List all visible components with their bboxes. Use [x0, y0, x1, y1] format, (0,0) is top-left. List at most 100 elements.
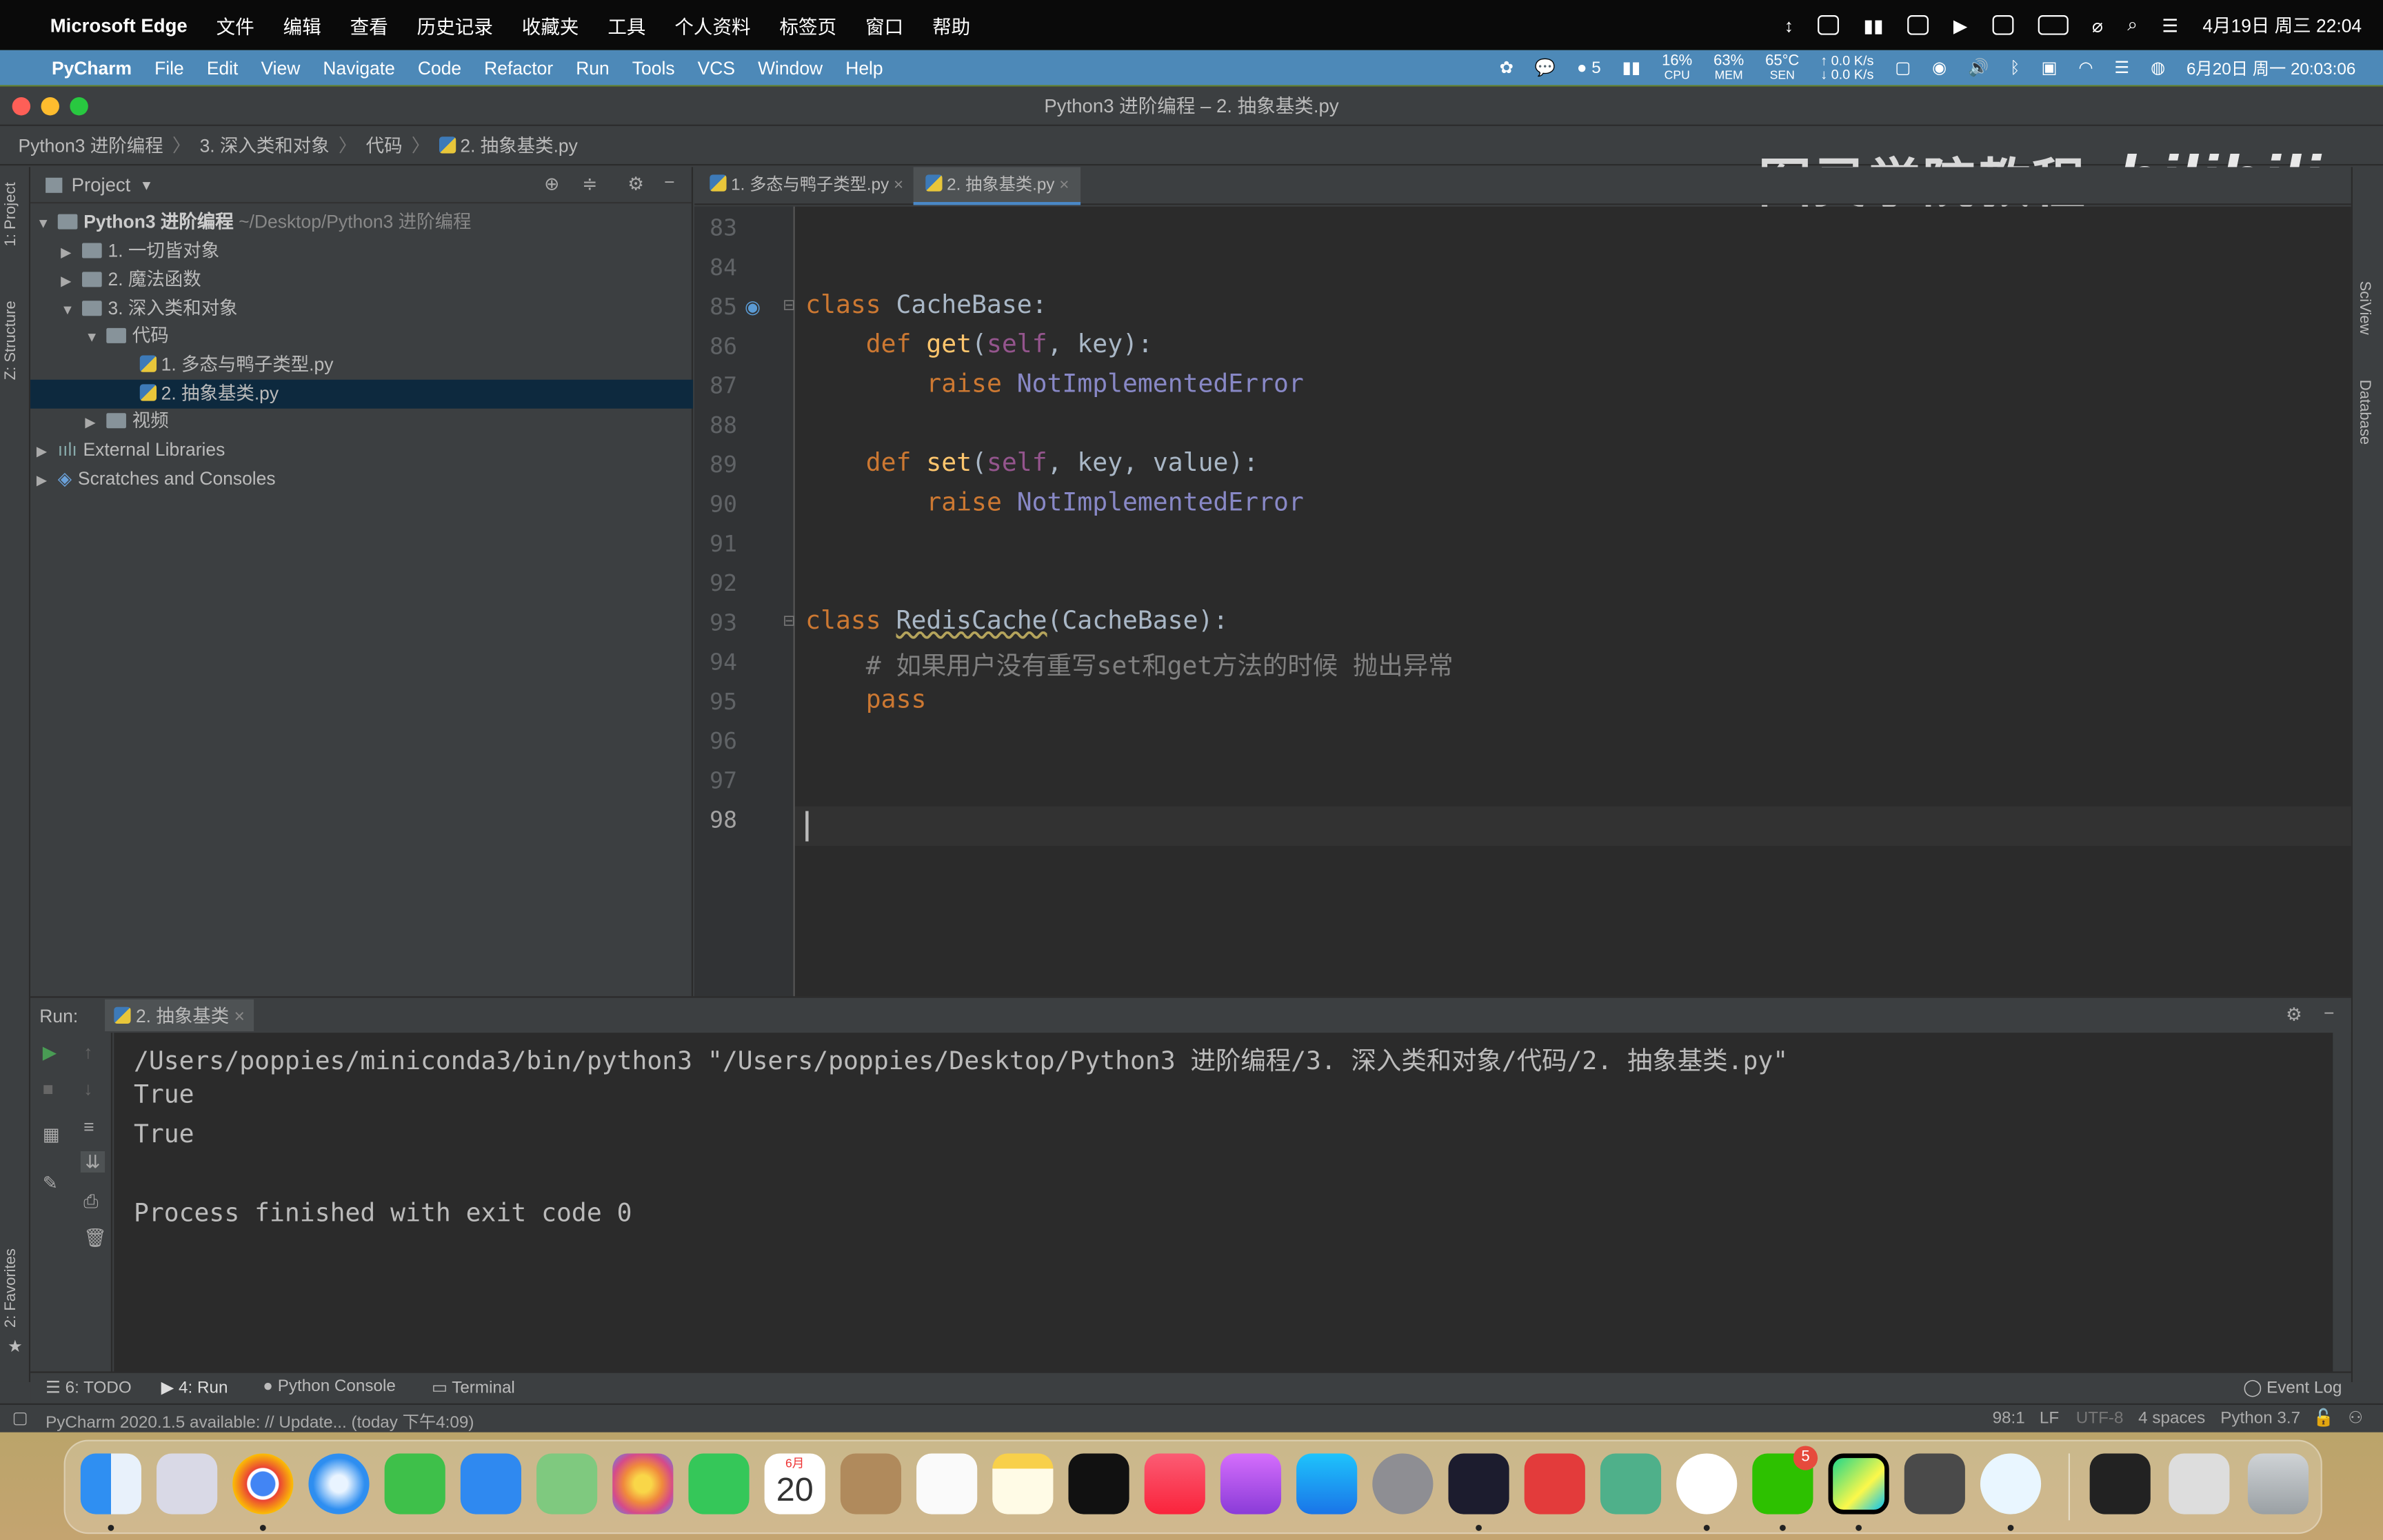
window-icon[interactable]	[1818, 15, 1840, 35]
tree-external-libraries[interactable]: ▶ ıılı External Libraries	[30, 436, 693, 465]
breadcrumb-project[interactable]: Python3 进阶编程	[18, 132, 163, 158]
menu-view[interactable]: View	[261, 57, 300, 79]
gear-icon[interactable]: ⚙	[627, 173, 644, 194]
mac-menu-history[interactable]: 历史记录	[417, 10, 493, 39]
tree-file-abc[interactable]: 2. 抽象基类.py	[30, 379, 694, 409]
facetime-icon[interactable]	[688, 1453, 750, 1514]
zoom-icon[interactable]	[70, 97, 88, 116]
hide-icon[interactable]: −	[2324, 1002, 2334, 1024]
messages-icon[interactable]	[384, 1453, 445, 1514]
recent-window-icon[interactable]	[2169, 1453, 2230, 1514]
mac-menu-tools[interactable]: 工具	[607, 10, 645, 39]
run-console[interactable]: /Users/poppies/miniconda3/bin/python3 "/…	[114, 1033, 2333, 1372]
mac-menu-edit[interactable]: 编辑	[283, 10, 321, 39]
wifi-icon[interactable]: ◠	[2078, 58, 2093, 77]
screen-recorder-icon[interactable]	[1448, 1453, 1509, 1514]
tree-root[interactable]: ▼ Python3 进阶编程 ~/Desktop/Python3 进阶编程	[30, 208, 693, 237]
pin-icon[interactable]: ✎	[43, 1173, 58, 1194]
play-icon[interactable]: ▶	[1953, 14, 1967, 36]
notes-icon[interactable]	[992, 1453, 1054, 1514]
breadcrumb-subfolder[interactable]: 代码	[366, 132, 403, 158]
app-icon[interactable]: ▣	[2042, 58, 2058, 77]
status-encoding[interactable]: UTF-8	[2076, 1410, 2124, 1428]
tree-scratches[interactable]: ▶ ◈ Scratches and Consoles	[30, 465, 693, 494]
project-tool-tab[interactable]: 1: Project	[3, 182, 19, 246]
subclassed-marker-icon[interactable]: ◉	[745, 296, 761, 318]
tree-item-magic-methods[interactable]: ▶ 2. 魔法函数	[30, 266, 693, 295]
status-line-separator[interactable]: LF	[2040, 1410, 2059, 1428]
mac-menu-profile[interactable]: 个人资料	[674, 10, 750, 39]
safari-icon[interactable]	[308, 1453, 370, 1514]
close-icon[interactable]: ×	[1059, 176, 1069, 194]
gear-icon[interactable]: ⚙	[2286, 1004, 2302, 1025]
trash-icon[interactable]	[2247, 1453, 2309, 1514]
xmind-icon[interactable]	[1524, 1453, 1585, 1514]
tab-terminal[interactable]: ▭ Terminal	[432, 1377, 515, 1397]
status-indent[interactable]: 4 spaces	[2138, 1410, 2205, 1428]
app-store-icon[interactable]	[1296, 1453, 1358, 1514]
locate-icon[interactable]: ⊕	[544, 173, 559, 194]
structure-tool-tab[interactable]: Z: Structure	[3, 301, 19, 380]
battery-icon[interactable]	[2037, 15, 2068, 35]
wechat-tray[interactable]: ● 5	[1577, 59, 1601, 77]
stop-icon[interactable]: ■	[43, 1078, 54, 1100]
bluetooth-icon[interactable]: ᛒ	[2010, 59, 2020, 77]
reminders-icon[interactable]	[916, 1453, 978, 1514]
apple-tv-icon[interactable]	[1068, 1453, 1129, 1514]
bookmark-icon[interactable]: ▮▮	[1863, 14, 1883, 36]
menu-tools[interactable]: Tools	[632, 57, 675, 79]
mac-menu-window[interactable]: 窗口	[865, 10, 903, 39]
window-icon[interactable]: ▢	[1895, 58, 1911, 77]
mac-datetime[interactable]: 4月19日 周三 22:04	[2202, 12, 2362, 38]
calendar-icon[interactable]: 6月 20	[764, 1453, 825, 1514]
tab-run[interactable]: ▶ 4: Run	[161, 1377, 228, 1397]
pc-datetime[interactable]: 6月20日 周一 20:03:06	[2186, 55, 2355, 79]
hide-icon[interactable]: −	[664, 172, 674, 193]
pycharm-app-name[interactable]: PyCharm	[52, 57, 132, 79]
chrome-icon[interactable]	[232, 1453, 294, 1514]
launchpad-icon[interactable]	[157, 1453, 218, 1514]
keyboard-icon[interactable]	[1907, 15, 1929, 35]
tree-item-everything-is-object[interactable]: ▶ 1. 一切皆对象	[30, 237, 693, 266]
wifi-off-icon[interactable]: ⌀	[2092, 14, 2103, 36]
trash-icon[interactable]: 🗑	[83, 1227, 107, 1248]
contacts-icon[interactable]	[840, 1453, 902, 1514]
fold-icon[interactable]: ⊟	[783, 298, 795, 314]
minimize-icon[interactable]	[41, 97, 59, 116]
close-icon[interactable]	[12, 97, 31, 116]
up-arrow-icon[interactable]: ↑	[83, 1042, 92, 1063]
atom-icon[interactable]	[1600, 1453, 1662, 1514]
flower-icon[interactable]: ✿	[1500, 58, 1514, 77]
status-message[interactable]: PyCharm 2020.1.5 available: // Update...…	[46, 1410, 474, 1434]
run-config-tab[interactable]: 2. 抽象基类 ×	[105, 999, 254, 1031]
mac-app-name[interactable]: Microsoft Edge	[50, 14, 188, 36]
temp-meter[interactable]: 65°C SEN	[1765, 53, 1799, 81]
menu-edit[interactable]: Edit	[207, 57, 239, 79]
play-icon[interactable]: ◉	[1932, 58, 1947, 77]
bookmark-icon[interactable]: ▮▮	[1622, 58, 1641, 77]
mac-menu-view[interactable]: 查看	[350, 10, 388, 39]
rerun-icon[interactable]: ▶	[43, 1042, 57, 1063]
system-preferences-icon[interactable]	[1372, 1453, 1434, 1514]
chat-icon[interactable]: 💬	[1535, 58, 1556, 77]
project-view-selector[interactable]: Project	[72, 174, 131, 195]
recent-window-icon[interactable]	[2089, 1453, 2151, 1514]
breadcrumb-file[interactable]: 2. 抽象基类.py	[439, 132, 587, 158]
mac-menu-file[interactable]: 文件	[217, 10, 254, 39]
mac-menu-favorites[interactable]: 收藏夹	[522, 10, 579, 39]
tab-duck-typing[interactable]: 1. 多态与鸭子类型.py ×	[698, 167, 916, 205]
menu-file[interactable]: File	[154, 57, 184, 79]
volume-icon[interactable]: 🔊	[1968, 58, 1989, 77]
tab-todo[interactable]: ☰ 6: TODO	[46, 1377, 132, 1397]
status-toggle-icon[interactable]: ▢	[12, 1408, 28, 1428]
menu-vcs[interactable]: VCS	[698, 57, 735, 79]
control-icon[interactable]: ☰	[2114, 58, 2129, 77]
print-icon[interactable]: ⎙	[83, 1191, 98, 1213]
tab-event-log[interactable]: ◯ Event Log	[2243, 1377, 2342, 1397]
sciview-tool-tab[interactable]: SciView	[2355, 281, 2372, 335]
ev-recorder-icon[interactable]	[1980, 1453, 2042, 1514]
star-icon[interactable]: ★	[8, 1337, 23, 1356]
podcasts-icon[interactable]	[1220, 1453, 1282, 1514]
tab-abc[interactable]: 2. 抽象基类.py ×	[913, 167, 1082, 205]
search-icon[interactable]: ⌕	[2127, 14, 2138, 37]
